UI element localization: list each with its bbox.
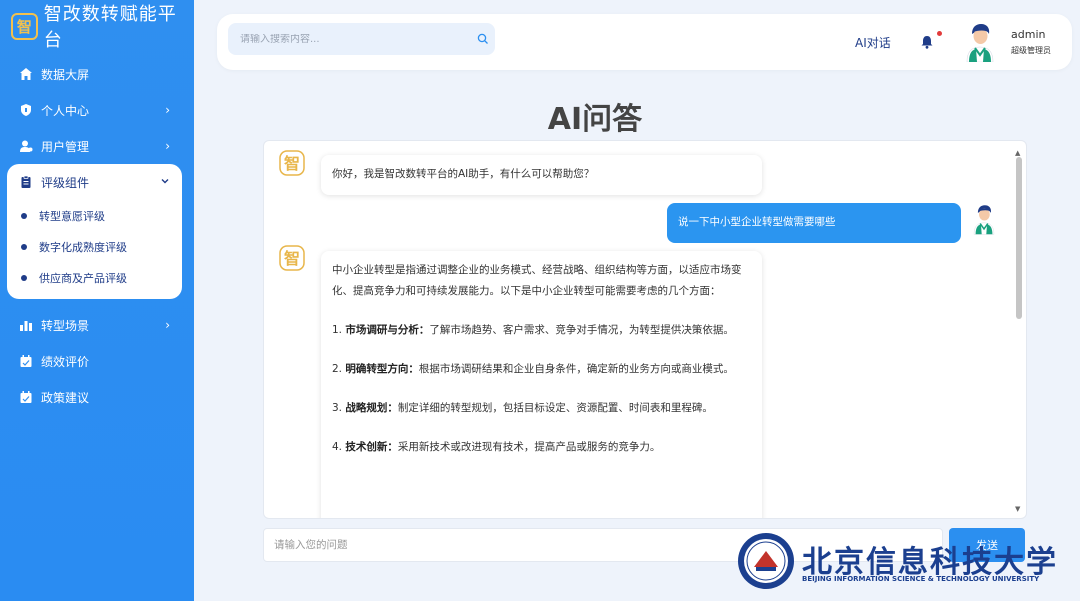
- sidebar-item-label: 政策建议: [41, 390, 90, 405]
- university-seal-icon: [736, 531, 796, 591]
- shield-icon: [19, 103, 33, 117]
- user-message-bubble: 说一下中小型企业转型做需要哪些: [667, 203, 961, 243]
- sidebar-subitem-supplier-product[interactable]: 供应商及产品评级: [7, 262, 182, 293]
- university-name-en: BEIJING INFORMATION SCIENCE & TECHNOLOGY…: [802, 575, 1040, 583]
- scroll-down-icon[interactable]: ▼: [1015, 505, 1020, 513]
- answer-point: 1. 市场调研与分析：了解市场趋势、客户需求、竞争对手情况，为转型提供决策依据。: [332, 324, 734, 336]
- sidebar-item-label: 转型场景: [41, 318, 90, 333]
- sidebar-menu: 数据大屏 个人中心 › 用户管理 ›: [0, 56, 194, 164]
- brand-title: 智改数转赋能平台: [43, 4, 177, 51]
- bullet-icon: [21, 212, 27, 219]
- sidebar-item-dashboard[interactable]: 数据大屏: [0, 56, 194, 92]
- bot-greeting-bubble: 你好，我是智改数转平台的AI助手，有什么可以帮助您？: [321, 155, 762, 195]
- scroll-up-icon[interactable]: ▲: [1015, 149, 1020, 157]
- university-watermark: 北京信息科技大学 BEIJING INFORMATION SCIENCE & T…: [736, 531, 1066, 593]
- user-name: admin: [1011, 28, 1046, 41]
- bot-avatar-icon: 智: [279, 245, 305, 271]
- svg-text:智: 智: [284, 154, 300, 173]
- search-input[interactable]: [228, 33, 471, 45]
- sidebar-item-performance-evaluation[interactable]: 绩效评价: [0, 343, 194, 379]
- chevron-right-icon: ›: [165, 103, 170, 117]
- bullet-icon: [21, 243, 27, 250]
- sidebar-subitem-digital-maturity[interactable]: 数字化成熟度评级: [7, 231, 182, 262]
- user-avatar: [971, 203, 997, 235]
- sidebar-item-label: 数据大屏: [41, 67, 90, 82]
- bot-greeting-text: 你好，我是智改数转平台的AI助手，有什么可以帮助您？: [332, 168, 595, 180]
- sidebar-item-label: 个人中心: [41, 103, 90, 118]
- brand-logo: 智: [11, 12, 38, 40]
- bar-chart-icon: [19, 318, 33, 332]
- sidebar-item-label: 用户管理: [41, 139, 90, 154]
- home-icon: [19, 67, 33, 81]
- answer-point: 4. 技术创新：采用新技术或改进现有技术，提高产品或服务的竞争力。: [332, 441, 661, 453]
- bullet-icon: [21, 274, 27, 281]
- search-box: [228, 23, 495, 55]
- answer-point: 2. 明确转型方向：根据市场调研结果和企业自身条件，确定新的业务方向或商业模式。: [332, 363, 734, 375]
- chevron-right-icon: ›: [165, 139, 170, 153]
- answer-intro: 中小企业转型是指通过调整企业的业务模式、经营战略、组织结构等方面，以适应市场变化…: [332, 264, 742, 297]
- page-title: AI问答: [547, 102, 643, 137]
- clipboard-icon: [19, 175, 33, 189]
- sidebar-group-rating: 评级组件 转型意愿评级 数字化成熟度评级 供应商及产品评级: [7, 164, 182, 299]
- sidebar-item-label: 评级组件: [41, 175, 90, 190]
- sidebar-item-policy-suggestions[interactable]: 政策建议: [0, 379, 194, 415]
- chevron-down-icon: [160, 175, 170, 189]
- search-icon[interactable]: [471, 33, 495, 45]
- sidebar-item-rating-components[interactable]: 评级组件: [7, 164, 182, 200]
- user-role: 超级管理员: [1011, 46, 1051, 55]
- chevron-right-icon: ›: [165, 318, 170, 332]
- sidebar: 智 智改数转赋能平台 数据大屏 个人中心 › 用户管理 › 评级组件 转型意愿评…: [0, 0, 194, 601]
- chat-scrollbar[interactable]: ▲ ▼: [1014, 149, 1024, 513]
- sidebar-subitem-label: 数字化成熟度评级: [39, 240, 127, 254]
- user-icon: [19, 139, 33, 153]
- sidebar-item-label: 绩效评价: [41, 354, 90, 369]
- sidebar-menu-lower: 转型场景 › 绩效评价 政策建议: [0, 307, 194, 415]
- bell-icon[interactable]: [919, 34, 935, 50]
- sidebar-item-user-management[interactable]: 用户管理 ›: [0, 128, 194, 164]
- ai-chat-link[interactable]: AI对话: [855, 34, 891, 51]
- svg-text:智: 智: [284, 249, 300, 268]
- brand: 智 智改数转赋能平台: [0, 0, 194, 52]
- calendar-icon: [19, 354, 33, 368]
- sidebar-subitem-label: 转型意愿评级: [39, 209, 105, 223]
- sidebar-subitem-transformation-willingness[interactable]: 转型意愿评级: [7, 200, 182, 231]
- sidebar-item-personal-center[interactable]: 个人中心 ›: [0, 92, 194, 128]
- user-message-text: 说一下中小型企业转型做需要哪些: [678, 216, 836, 228]
- avatar[interactable]: [963, 22, 997, 63]
- sidebar-subitem-label: 供应商及产品评级: [39, 271, 127, 285]
- bot-avatar-icon: 智: [279, 150, 305, 176]
- answer-point: 3. 战略规划：制定详细的转型规划，包括目标设定、资源配置、时间表和里程碑。: [332, 402, 713, 414]
- calendar-icon: [19, 390, 33, 404]
- notification-dot: [937, 31, 942, 36]
- top-bar: AI对话 admin 超级管理员: [217, 14, 1072, 70]
- chat-panel[interactable]: 智 你好，我是智改数转平台的AI助手，有什么可以帮助您？ 说一下中小型企业转型做…: [263, 140, 1027, 519]
- sidebar-item-transformation-scenarios[interactable]: 转型场景 ›: [0, 307, 194, 343]
- scrollbar-thumb[interactable]: [1016, 157, 1022, 319]
- bot-answer-bubble: 中小企业转型是指通过调整企业的业务模式、经营战略、组织结构等方面，以适应市场变化…: [321, 251, 762, 518]
